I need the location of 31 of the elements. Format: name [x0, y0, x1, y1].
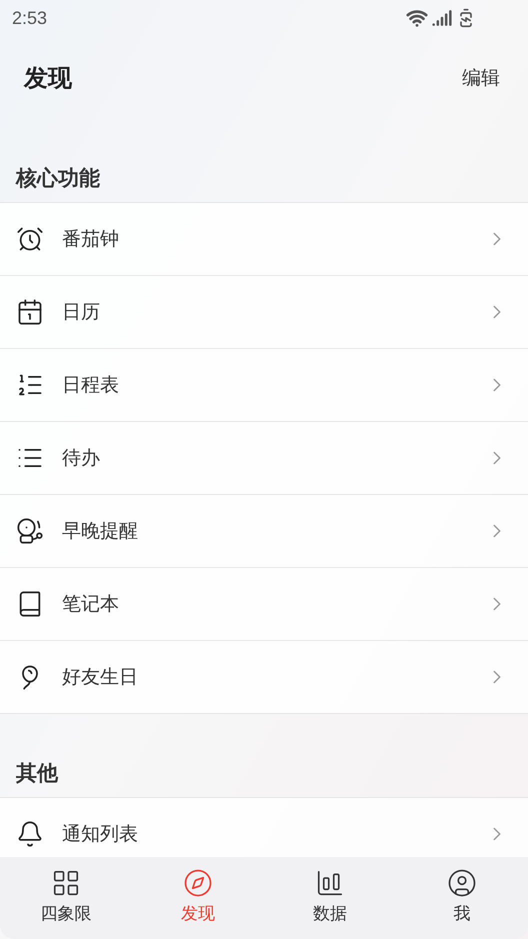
bell-icon — [16, 820, 44, 848]
user-icon — [447, 868, 477, 898]
item-label: 通知列表 — [62, 822, 139, 847]
item-label: 笔记本 — [62, 592, 120, 617]
edit-button[interactable]: 编辑 — [462, 64, 500, 92]
section-title: 其他 — [16, 760, 58, 787]
list-item[interactable]: 早晚提醒 — [0, 495, 528, 568]
list-item[interactable]: 好友生日 — [0, 641, 528, 714]
item-label: 番茄钟 — [62, 226, 120, 252]
calendar-icon — [16, 298, 44, 326]
bell-icon — [16, 517, 44, 545]
page-title: 发现 — [24, 63, 72, 94]
list-item[interactable]: 待办 — [0, 422, 528, 495]
item-label: 日程表 — [62, 372, 120, 398]
status-time: 2:53 — [12, 6, 48, 30]
list-item[interactable]: 日历 — [0, 276, 528, 349]
nav-tab[interactable]: 我 — [396, 868, 528, 928]
list-item[interactable]: 日程表 — [0, 349, 528, 422]
list-item[interactable]: 笔记本 — [0, 568, 528, 641]
signal-icon — [432, 8, 452, 28]
wifi-icon — [406, 7, 428, 29]
item-label: 待办 — [62, 446, 101, 471]
item-label: 好友生日 — [62, 664, 139, 690]
item-label: 日历 — [62, 300, 101, 325]
alarm-clock-icon — [16, 225, 44, 253]
item-label: 早晚提醒 — [62, 518, 139, 544]
compass-icon — [183, 868, 213, 898]
list-item[interactable]: 番茄钟 — [0, 203, 528, 276]
section-title: 核心功能 — [16, 164, 100, 192]
nav-tab[interactable]: 四象限 — [0, 868, 132, 928]
nav-tab[interactable]: 数据 — [264, 868, 396, 928]
